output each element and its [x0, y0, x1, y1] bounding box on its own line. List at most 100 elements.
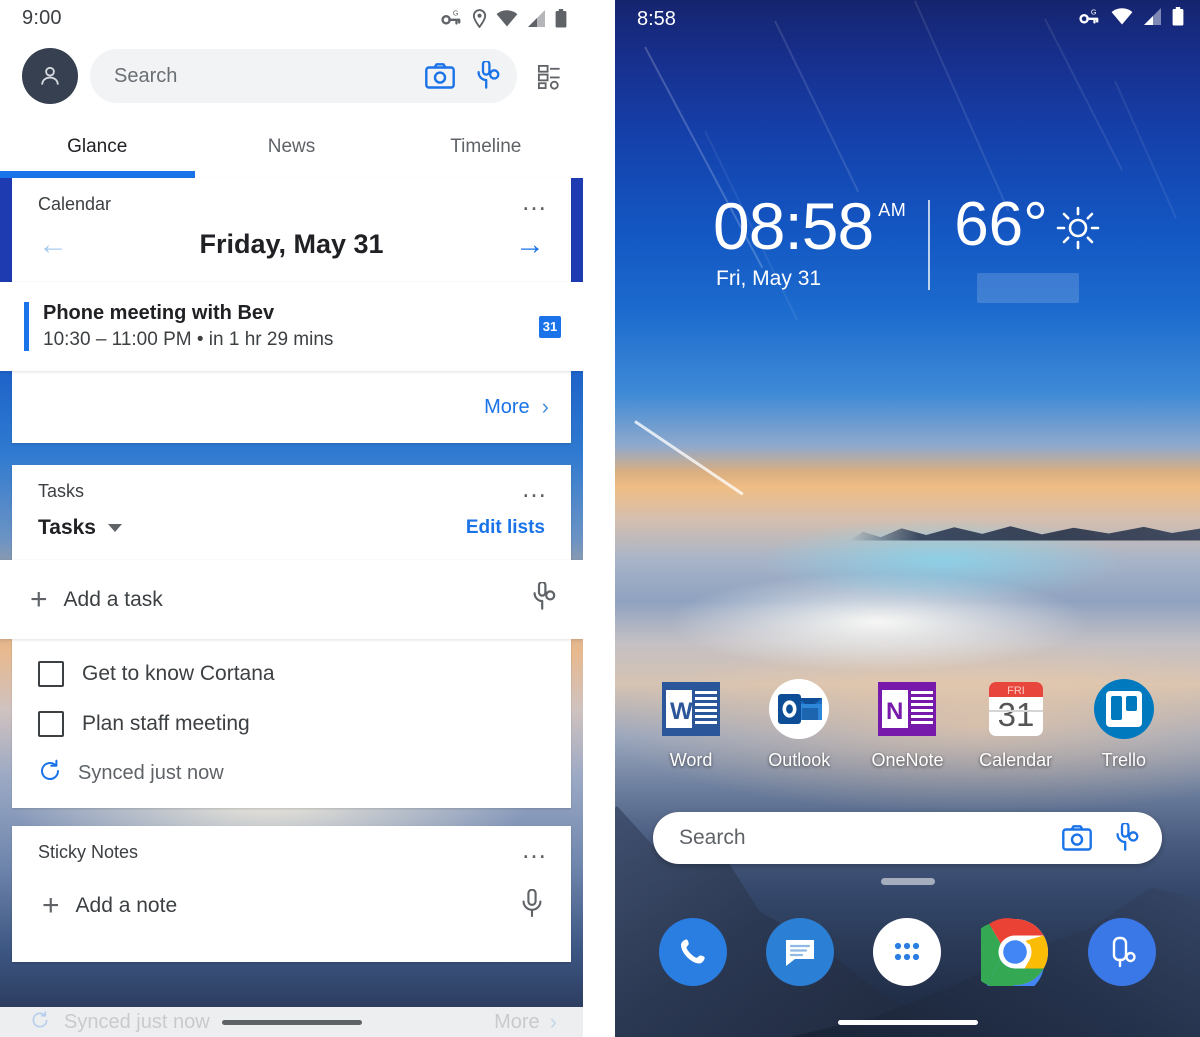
calendar-more-link[interactable]: More ›	[484, 394, 549, 420]
tasks-overflow-menu-icon[interactable]: …	[521, 475, 549, 501]
hidden-sync-row-behind: Synced just now More ›	[0, 1007, 583, 1037]
trello-icon	[1091, 676, 1157, 742]
vpn-key-icon: G	[441, 9, 463, 27]
app-label: Word	[669, 750, 713, 770]
sticky-notes-overflow-menu-icon[interactable]: …	[521, 836, 549, 862]
avatar[interactable]	[22, 48, 78, 104]
calendar-more-row[interactable]: More ›	[12, 371, 571, 443]
tasks-sync-row: Synced just now	[12, 749, 571, 794]
weather-block[interactable]: 66°	[930, 190, 1102, 303]
app-onenote[interactable]: N OneNote	[859, 676, 955, 771]
word-icon: W	[658, 676, 724, 742]
task-label: Plan staff meeting	[82, 712, 250, 735]
camera-icon[interactable]	[425, 63, 455, 89]
calendar-more-label: More	[484, 395, 530, 418]
calendar-current-date: Friday, May 31	[199, 229, 384, 259]
calendar-event-row[interactable]: Phone meeting with Bev 10:30 – 11:00 PM …	[0, 282, 583, 371]
app-drawer-icon[interactable]	[873, 918, 942, 986]
clock-block: 08:58 AM Fri, May 31	[713, 193, 928, 291]
tasks-list-dropdown[interactable]: Tasks	[38, 516, 122, 540]
app-label: Outlook	[768, 750, 831, 770]
task-checkbox[interactable]	[38, 711, 64, 737]
cortana-icon[interactable]	[1088, 918, 1157, 986]
home-app-row: W Word Outlook N OneNote FRI 31 Calendar…	[615, 676, 1200, 771]
outlook-icon	[766, 676, 832, 742]
camera-icon[interactable]	[1062, 825, 1092, 851]
ghost-more-link: More ›	[494, 1009, 557, 1035]
tab-timeline-label: Timeline	[450, 136, 522, 157]
tasks-list-selector-row: Tasks Edit lists	[12, 502, 571, 560]
tasks-list-name: Tasks	[38, 516, 96, 539]
home-search-placeholder: Search	[679, 826, 746, 849]
microphone-icon[interactable]	[519, 888, 545, 922]
vpn-key-icon: G	[1079, 7, 1101, 31]
phone-icon[interactable]	[658, 918, 727, 986]
left-status-bar: 9:00 G	[0, 0, 583, 36]
app-label: Calendar	[979, 750, 1053, 770]
chevron-right-icon: ›	[549, 1009, 557, 1034]
search-input[interactable]: Search	[90, 49, 517, 103]
task-label: Get to know Cortana	[82, 662, 275, 685]
chrome-icon[interactable]	[980, 918, 1049, 986]
right-status-clock: 8:58	[637, 7, 676, 30]
chevron-right-icon: ›	[541, 394, 549, 419]
task-checkbox[interactable]	[38, 661, 64, 687]
calendar-icon: FRI 31	[983, 676, 1049, 742]
app-word[interactable]: W Word	[643, 676, 739, 771]
clock-weather-widget[interactable]: 08:58 AM Fri, May 31 66°	[615, 190, 1200, 303]
cortana-mic-icon[interactable]	[471, 61, 501, 91]
next-day-arrow-icon[interactable]: →	[515, 229, 545, 260]
left-cards-container: Calendar … ← Friday, May 31 → Phone meet…	[0, 178, 583, 962]
edit-lists-button[interactable]: Edit lists	[466, 517, 545, 539]
sticky-notes-header: Sticky Notes …	[12, 826, 571, 863]
google-calendar-badge-icon: 31	[539, 315, 561, 338]
battery-icon	[555, 8, 567, 28]
tab-news-label: News	[267, 136, 316, 157]
svg-text:G: G	[1091, 8, 1097, 16]
home-search-input[interactable]: Search	[653, 812, 1162, 864]
svg-text:W: W	[670, 698, 693, 725]
app-label: OneNote	[871, 750, 944, 770]
task-row[interactable]: Plan staff meeting	[12, 699, 571, 749]
tab-glance[interactable]: Glance	[0, 116, 196, 178]
home-dock	[615, 918, 1200, 986]
wifi-icon	[1111, 8, 1133, 30]
right-home-pill[interactable]	[837, 1020, 978, 1025]
calendar-icon-date: 31	[997, 696, 1034, 733]
cellular-signal-icon	[527, 9, 546, 27]
battery-icon	[1172, 7, 1184, 31]
page-indicator	[615, 878, 1200, 885]
app-calendar[interactable]: FRI 31 Calendar	[968, 676, 1064, 771]
left-tab-bar: Glance News Timeline	[0, 116, 583, 178]
plus-icon: +	[42, 888, 60, 922]
list-settings-icon[interactable]	[529, 63, 569, 90]
event-title: Phone meeting with Bev	[43, 302, 275, 324]
messages-icon[interactable]	[766, 918, 835, 986]
calendar-card: Calendar … ← Friday, May 31 →	[12, 178, 571, 282]
app-trello[interactable]: Trello	[1076, 676, 1172, 771]
add-task-row[interactable]: + Add a task	[0, 560, 583, 639]
sunny-icon	[1054, 204, 1102, 257]
app-label: Trello	[1101, 750, 1147, 770]
tasks-card-title: Tasks	[38, 481, 85, 501]
prev-day-arrow-icon[interactable]: ←	[38, 229, 68, 260]
add-task-label: Add a task	[63, 587, 163, 611]
person-icon	[41, 66, 59, 85]
weather-location-blurred	[977, 273, 1080, 303]
task-row[interactable]: Get to know Cortana	[12, 649, 571, 699]
ghost-sync-status: Synced just now	[64, 1010, 210, 1033]
app-outlook[interactable]: Outlook	[751, 676, 847, 771]
tasks-card-header: Tasks …	[12, 465, 571, 502]
left-status-icons: G	[441, 8, 567, 28]
onenote-icon: N	[874, 676, 940, 742]
ghost-more-label: More	[494, 1010, 540, 1033]
cortana-mic-icon[interactable]	[527, 580, 557, 617]
weather-temperature: 66°	[954, 190, 1048, 259]
cortana-mic-icon[interactable]	[1110, 823, 1140, 853]
tab-timeline[interactable]: Timeline	[389, 116, 583, 178]
tab-news[interactable]: News	[194, 116, 388, 178]
add-note-left: + Add a note	[42, 888, 177, 922]
add-note-row[interactable]: + Add a note	[12, 863, 571, 944]
calendar-overflow-menu-icon[interactable]: …	[521, 188, 549, 214]
tab-glance-label: Glance	[67, 136, 128, 157]
